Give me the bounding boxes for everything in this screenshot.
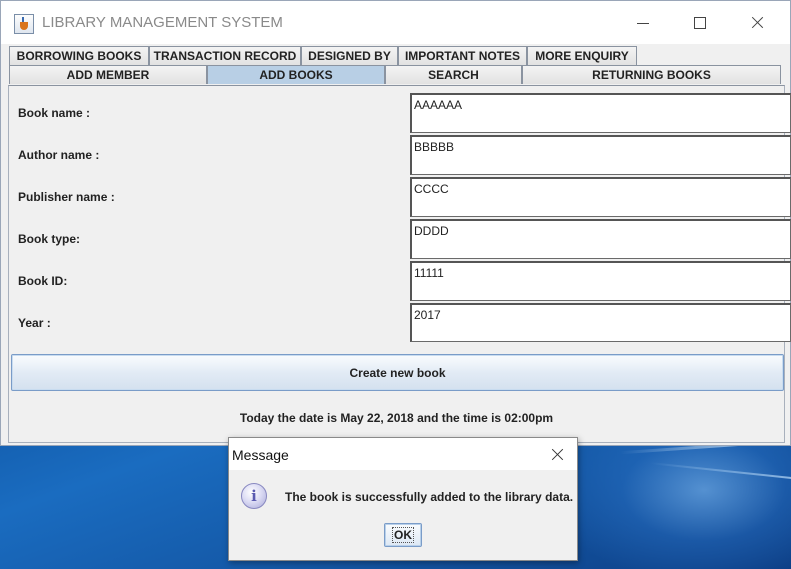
- book-id-label: Book ID:: [18, 274, 68, 288]
- publisher-name-field[interactable]: CCCC: [410, 177, 791, 217]
- dialog-message: The book is successfully added to the li…: [285, 490, 574, 504]
- tab-add-books[interactable]: ADD BOOKS: [207, 65, 385, 84]
- close-icon[interactable]: [742, 11, 772, 35]
- tab-transaction-record[interactable]: TRANSACTION RECORD: [149, 46, 301, 65]
- tab-designed-by[interactable]: DESIGNED BY: [301, 46, 398, 65]
- author-name-field[interactable]: BBBBB: [410, 135, 791, 175]
- dialog-close-icon[interactable]: [545, 444, 569, 466]
- book-name-label: Book name :: [18, 106, 91, 120]
- book-type-label: Book type:: [18, 232, 81, 246]
- book-type-field[interactable]: DDDD: [410, 219, 791, 259]
- author-name-label: Author name :: [18, 148, 100, 162]
- message-dialog: Message i The book is successfully added…: [228, 437, 578, 561]
- tab-search[interactable]: SEARCH: [385, 65, 522, 84]
- info-icon: i: [241, 483, 267, 509]
- year-label: Year :: [18, 316, 51, 330]
- year-field[interactable]: 2017: [410, 303, 791, 342]
- ok-button[interactable]: OK: [384, 523, 422, 547]
- tab-borrowing-books[interactable]: BORROWING BOOKS: [9, 46, 149, 65]
- java-app-icon: [14, 14, 34, 34]
- minimize-icon[interactable]: [629, 11, 659, 35]
- dialog-title-bar[interactable]: Message: [229, 438, 577, 470]
- date-time-status: Today the date is May 22, 2018 and the t…: [239, 411, 554, 425]
- dialog-title: Message: [232, 447, 289, 463]
- window-title: LIBRARY MANAGEMENT SYSTEM: [42, 14, 283, 31]
- book-id-field[interactable]: 11111: [410, 261, 791, 301]
- maximize-icon[interactable]: [685, 11, 715, 35]
- tab-returning-books[interactable]: RETURNING BOOKS: [522, 65, 781, 84]
- book-name-field[interactable]: AAAAAA: [410, 93, 791, 133]
- title-bar[interactable]: LIBRARY MANAGEMENT SYSTEM: [1, 1, 790, 44]
- publisher-name-label: Publisher name :: [18, 190, 115, 204]
- tab-more-enquiry[interactable]: MORE ENQUIRY: [527, 46, 637, 65]
- ok-button-label: OK: [392, 527, 414, 543]
- tab-add-member[interactable]: ADD MEMBER: [9, 65, 207, 84]
- main-window: LIBRARY MANAGEMENT SYSTEM BORROWING BOOK…: [0, 0, 791, 446]
- tab-important-notes[interactable]: IMPORTANT NOTES: [398, 46, 527, 65]
- create-new-book-button[interactable]: Create new book: [11, 354, 784, 391]
